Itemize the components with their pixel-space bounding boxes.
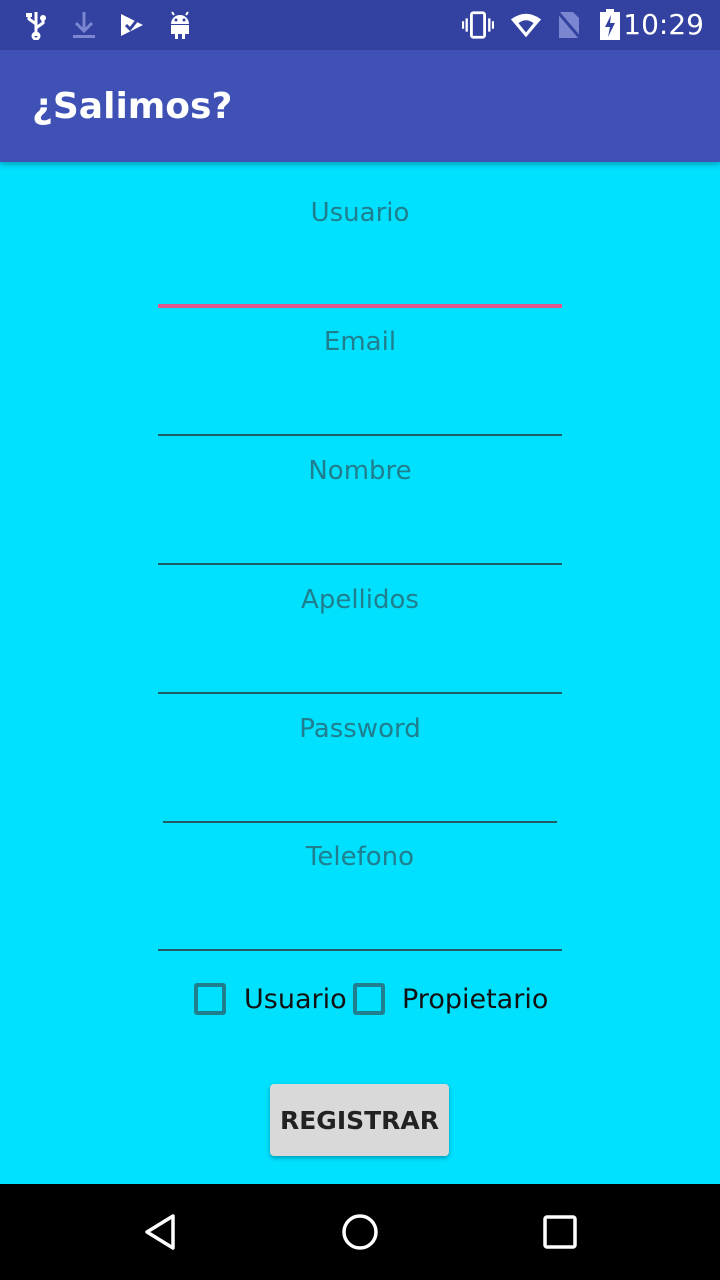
field-label-email: Email bbox=[323, 327, 397, 357]
register-button[interactable]: REGISTRAR bbox=[270, 1084, 449, 1156]
field-underline bbox=[158, 949, 562, 951]
apellidos-input[interactable] bbox=[158, 629, 562, 669]
registration-form: Usuario Email Nombre Apellidos Password … bbox=[0, 162, 720, 1184]
telefono-input[interactable] bbox=[158, 886, 562, 926]
navigation-bar bbox=[0, 1184, 720, 1280]
usuario-field[interactable]: Usuario bbox=[158, 162, 562, 308]
role-checkboxes: Usuario Propietario bbox=[0, 980, 720, 1020]
vibrate-icon bbox=[462, 8, 494, 42]
field-label-usuario: Usuario bbox=[310, 198, 410, 228]
home-icon[interactable] bbox=[336, 1208, 384, 1256]
telefono-field[interactable]: Telefono bbox=[158, 806, 562, 951]
field-label-telefono: Telefono bbox=[305, 842, 415, 872]
recents-icon[interactable] bbox=[536, 1208, 584, 1256]
nombre-input[interactable] bbox=[158, 500, 562, 540]
usuario-input[interactable] bbox=[158, 242, 562, 282]
status-bar: 10:29 bbox=[0, 0, 720, 50]
propietario-checkbox-label[interactable]: Propietario bbox=[402, 984, 548, 1016]
battery-charging-icon bbox=[594, 8, 626, 42]
play-check-icon bbox=[116, 8, 148, 42]
app-bar: ¿Salimos? bbox=[0, 50, 720, 162]
email-field[interactable]: Email bbox=[158, 291, 562, 436]
email-input[interactable] bbox=[158, 371, 562, 411]
app-title: ¿Salimos? bbox=[32, 86, 233, 127]
no-sim-icon bbox=[553, 8, 585, 42]
field-label-apellidos: Apellidos bbox=[301, 585, 419, 615]
propietario-checkbox[interactable] bbox=[353, 983, 385, 1015]
clock: 10:29 bbox=[623, 8, 704, 41]
usuario-checkbox-label[interactable]: Usuario bbox=[244, 984, 347, 1016]
password-field[interactable]: Password bbox=[163, 678, 557, 823]
android-icon bbox=[164, 8, 196, 42]
back-icon[interactable] bbox=[136, 1208, 184, 1256]
password-input[interactable] bbox=[163, 758, 557, 798]
usuario-checkbox[interactable] bbox=[194, 983, 226, 1015]
usb-icon bbox=[20, 8, 52, 42]
apellidos-field[interactable]: Apellidos bbox=[158, 549, 562, 694]
nombre-field[interactable]: Nombre bbox=[158, 420, 562, 565]
field-label-password: Password bbox=[299, 714, 421, 744]
wifi-icon bbox=[510, 8, 542, 42]
download-icon bbox=[68, 8, 100, 42]
field-label-nombre: Nombre bbox=[308, 456, 412, 486]
